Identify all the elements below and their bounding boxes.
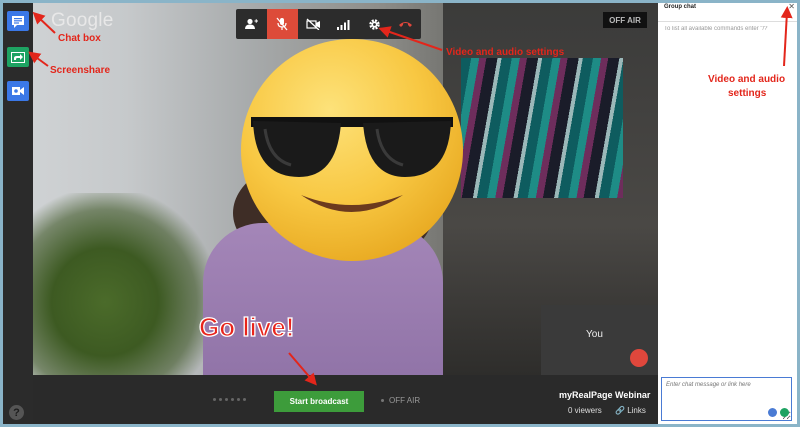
off-air-status-bottom: OFF AIR bbox=[381, 396, 420, 405]
off-air-label: OFF AIR bbox=[389, 396, 421, 405]
chat-app-button[interactable] bbox=[7, 11, 29, 31]
status-dot bbox=[381, 399, 384, 402]
off-air-status-top: OFF AIR bbox=[603, 12, 647, 28]
chat-commands-hint: To list all available commands enter "/? bbox=[664, 26, 768, 32]
annotation-video-audio-settings-2b: settings bbox=[728, 88, 767, 99]
links-label: Links bbox=[627, 406, 646, 415]
start-broadcast-button[interactable]: Start broadcast bbox=[274, 391, 364, 412]
self-mic-muted-icon bbox=[630, 349, 648, 367]
camera-toggle-button[interactable] bbox=[298, 9, 329, 39]
chat-input-tools bbox=[768, 408, 789, 417]
broadcast-bar: Start broadcast OFF AIR myRealPage Webin… bbox=[33, 375, 658, 424]
hang-up-icon bbox=[399, 22, 413, 27]
viewer-count: 0 viewers bbox=[568, 406, 602, 415]
drive-icon[interactable] bbox=[780, 408, 789, 417]
main-video-feed: Google OFF AIR You bbox=[33, 3, 658, 375]
close-icon[interactable]: ✕ bbox=[788, 3, 795, 11]
invite-person-icon bbox=[245, 18, 259, 29]
sunglasses-graphic bbox=[251, 117, 453, 212]
settings-button[interactable] bbox=[359, 9, 390, 39]
links-button[interactable]: 🔗 Links bbox=[615, 406, 646, 415]
bandwidth-icon bbox=[337, 19, 350, 30]
screenshare-app-button[interactable] bbox=[7, 47, 29, 67]
broadcast-progress-dots bbox=[213, 398, 246, 401]
annotation-video-audio-settings-2a: Video and audio bbox=[708, 74, 786, 85]
record-app-button[interactable] bbox=[7, 81, 29, 101]
background-painting bbox=[461, 58, 623, 198]
self-view-thumbnail[interactable] bbox=[541, 305, 658, 375]
record-icon bbox=[12, 87, 24, 95]
annotation-chat-box: Chat box bbox=[58, 33, 101, 44]
help-button[interactable]: ? bbox=[9, 405, 24, 420]
chat-title: Group chat bbox=[664, 4, 697, 10]
emoji-icon[interactable] bbox=[768, 408, 777, 417]
sunglasses-emoji-icon bbox=[241, 39, 463, 261]
hang-up-button[interactable] bbox=[390, 9, 421, 39]
invite-people-button[interactable] bbox=[236, 9, 267, 39]
annotation-screenshare: Screenshare bbox=[50, 65, 111, 76]
bandwidth-button[interactable] bbox=[328, 9, 359, 39]
call-toolbar bbox=[236, 9, 421, 39]
mute-microphone-button[interactable] bbox=[266, 9, 298, 39]
chat-icon bbox=[12, 15, 24, 28]
settings-icon bbox=[369, 18, 380, 30]
background-plant bbox=[33, 193, 213, 375]
google-logo: Google bbox=[51, 10, 114, 31]
app-rail: ? bbox=[3, 3, 33, 424]
annotation-go-live: Go live! bbox=[198, 311, 295, 342]
camera-off-icon bbox=[305, 18, 320, 30]
event-title: myRealPage Webinar bbox=[559, 390, 651, 400]
self-view-label: You bbox=[586, 329, 603, 340]
mic-muted-icon bbox=[276, 17, 288, 31]
chat-divider bbox=[658, 21, 797, 22]
hangouts-window: ? Google OFF AIR You Start broadcast OFF… bbox=[3, 3, 797, 424]
annotation-video-audio-settings: Video and audio settings bbox=[446, 47, 565, 58]
screenshare-icon bbox=[11, 51, 25, 63]
link-icon: 🔗 bbox=[615, 406, 625, 415]
group-chat-panel: Group chat ✕ To list all available comma… bbox=[658, 3, 797, 424]
